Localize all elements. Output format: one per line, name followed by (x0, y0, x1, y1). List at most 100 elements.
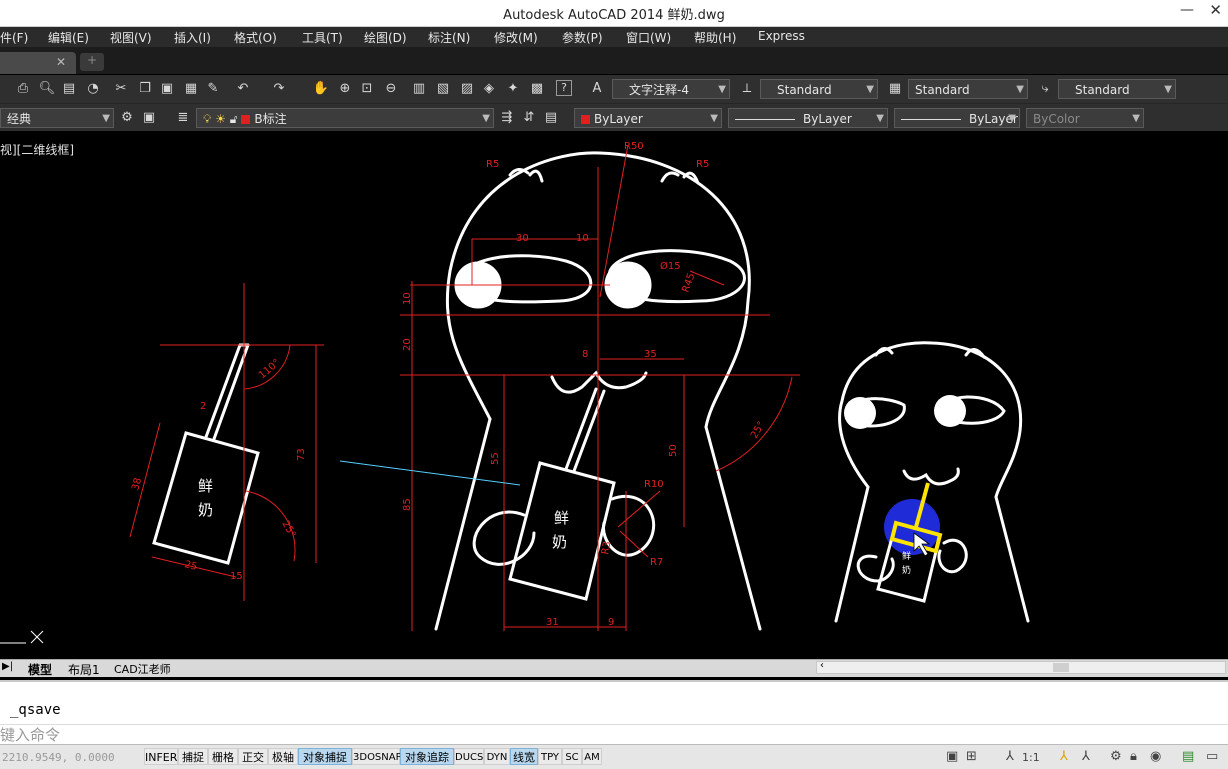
tab-model[interactable]: 模型 (28, 661, 52, 678)
close-icon[interactable]: ✕ (1209, 1, 1222, 19)
make-current-icon[interactable]: ⇶ (498, 109, 516, 127)
layer-previous-icon[interactable]: ⇵ (520, 109, 538, 127)
file-tab-active[interactable]: ✕ (0, 52, 76, 74)
gear-icon[interactable]: ⚙ (118, 109, 136, 127)
menu-tools[interactable]: 工具(T) (302, 29, 343, 46)
layer-manager-icon[interactable]: ≣ (174, 109, 192, 127)
command-input[interactable]: 键入命令 (0, 724, 1228, 746)
status-sc[interactable]: SC (562, 748, 582, 765)
lineweight-select[interactable]: ByLayer ▼ (894, 108, 1020, 128)
menu-draw[interactable]: 绘图(D) (364, 29, 407, 46)
layer-select[interactable]: 💡︎ ☀ 🔓︎ B标注 ▼ (196, 108, 494, 128)
fig3-label-1: 鲜 (902, 550, 911, 562)
status-grid[interactable]: 栅格 (208, 748, 238, 765)
status-polar[interactable]: 极轴 (268, 748, 298, 765)
fig3-pupil-left (844, 397, 876, 429)
preview-icon[interactable]: 🔍︎ (38, 80, 56, 98)
scroll-thumb[interactable] (1053, 663, 1069, 672)
workspace-icon[interactable]: ▣ (140, 109, 158, 127)
menu-express[interactable]: Express (758, 29, 805, 43)
status-lineweight[interactable]: 线宽 (510, 748, 538, 765)
workspace-select[interactable]: 经典 ▼ (0, 108, 114, 128)
status-snap[interactable]: 捕捉 (178, 748, 208, 765)
tool-palettes-icon[interactable]: ▨ (458, 80, 476, 98)
menu-parametric[interactable]: 参数(P) (562, 29, 603, 46)
clean-screen-icon[interactable]: ▭ (1206, 749, 1218, 764)
status-tpy[interactable]: TPY (538, 748, 562, 765)
dim-style-select[interactable]: Standard ▼ (760, 79, 878, 99)
pan-icon[interactable]: ✋ (312, 80, 330, 98)
table-style-icon: ▦ (888, 81, 902, 96)
lock-icon: 🔓︎ (225, 112, 242, 126)
sheet-set-icon[interactable]: ◈ (480, 80, 498, 98)
fig1-label-1: 鲜 (198, 477, 213, 495)
menu-modify[interactable]: 修改(M) (494, 29, 538, 46)
hardware-accel-icon[interactable]: ◉ (1150, 749, 1161, 764)
fig2-dim-50: 50 (668, 444, 679, 457)
calc-icon[interactable]: ▩ (528, 80, 546, 98)
copy-icon[interactable]: ❐ (136, 80, 154, 98)
annotation-scale[interactable]: 1:1 (1022, 751, 1040, 764)
publish-icon[interactable]: ◔ (84, 80, 102, 98)
status-otrack[interactable]: 对象追踪 (400, 748, 454, 765)
fig2-mouth (550, 370, 648, 394)
brush-icon[interactable]: ✎ (204, 80, 222, 98)
undo-icon[interactable]: ↶ (234, 80, 252, 98)
chevron-down-icon: ▼ (1016, 84, 1024, 95)
plot-icon[interactable]: ▤ (60, 80, 78, 98)
tab-nav-icon[interactable]: ▶| (2, 661, 13, 672)
status-osnap[interactable]: 对象捕捉 (298, 748, 352, 765)
menu-view[interactable]: 视图(V) (110, 29, 152, 46)
horizontal-scrollbar[interactable]: ‹ (816, 660, 1226, 674)
new-tab-icon[interactable]: + (80, 53, 104, 71)
status-dyn[interactable]: DYN (484, 748, 510, 765)
markup-icon[interactable]: ✦ (504, 80, 522, 98)
color-select[interactable]: ByLayer ▼ (574, 108, 722, 128)
properties-icon[interactable]: ▥ (410, 80, 428, 98)
status-ducs[interactable]: DUCS (454, 748, 484, 765)
zoom-window-icon[interactable]: ⊡ (358, 80, 376, 98)
workspace-gear-icon[interactable]: ⚙ (1110, 749, 1122, 764)
text-style-select[interactable]: 文字注释-4 ▼ (612, 79, 730, 99)
menu-window[interactable]: 窗口(W) (626, 29, 671, 46)
zoom-icon[interactable]: ⊕ (336, 80, 354, 98)
redo-icon[interactable]: ↷ (270, 80, 288, 98)
file-tab-strip: ✕ + (0, 47, 1228, 74)
tab-layout1[interactable]: 布局1 (68, 661, 100, 678)
chevron-down-icon: ▼ (482, 113, 490, 124)
tab-cad-teacher[interactable]: CAD江老师 (114, 661, 171, 677)
status-ortho[interactable]: 正交 (238, 748, 268, 765)
layer-state-icon[interactable]: ▤ (542, 109, 560, 127)
isolate-objects-icon[interactable]: ▤ (1182, 749, 1194, 764)
drawing-canvas[interactable]: 视][二维线框] 110° 2 38 73 25 15 25° R5 R50 R… (0, 131, 1228, 659)
scroll-left-icon[interactable]: ‹ (820, 660, 824, 671)
annotation-visibility-icon[interactable]: ⅄ (1060, 749, 1068, 764)
status-infer[interactable]: INFER (144, 748, 178, 765)
help-icon[interactable]: ? (556, 80, 572, 96)
menu-dimension[interactable]: 标注(N) (428, 29, 470, 46)
close-tab-icon[interactable]: ✕ (56, 55, 66, 69)
lock-toolbar-icon[interactable]: 🔒︎ (1130, 749, 1137, 764)
print-icon[interactable]: ⎙ (14, 80, 32, 98)
status-am[interactable]: AM (582, 748, 602, 765)
status-3dosnap[interactable]: 3DOSNAP (352, 748, 402, 765)
mleader-style-select[interactable]: Standard ▼ (1058, 79, 1176, 99)
menu-format[interactable]: 格式(O) (234, 29, 277, 46)
menu-help[interactable]: 帮助(H) (694, 29, 736, 46)
minimize-icon[interactable]: — (1180, 2, 1194, 18)
linetype-select[interactable]: ByLayer ▼ (728, 108, 888, 128)
auto-scale-icon[interactable]: ⅄ (1082, 749, 1090, 764)
menu-file[interactable]: 件(F) (0, 29, 28, 46)
match-icon[interactable]: ▦ (182, 80, 200, 98)
fig1-straw-a (204, 343, 242, 439)
cut-icon[interactable]: ✂ (112, 80, 130, 98)
design-center-icon[interactable]: ▧ (434, 80, 452, 98)
zoom-prev-icon[interactable]: ⊖ (382, 80, 400, 98)
menu-edit[interactable]: 编辑(E) (48, 29, 89, 46)
model-space-icon[interactable]: ▣ (946, 749, 958, 764)
paste-icon[interactable]: ▣ (158, 80, 176, 98)
fig1-box (152, 431, 260, 565)
table-style-select[interactable]: Standard ▼ (908, 79, 1028, 99)
menu-insert[interactable]: 插入(I) (174, 29, 211, 46)
quick-view-icon[interactable]: ⊞ (966, 749, 977, 764)
